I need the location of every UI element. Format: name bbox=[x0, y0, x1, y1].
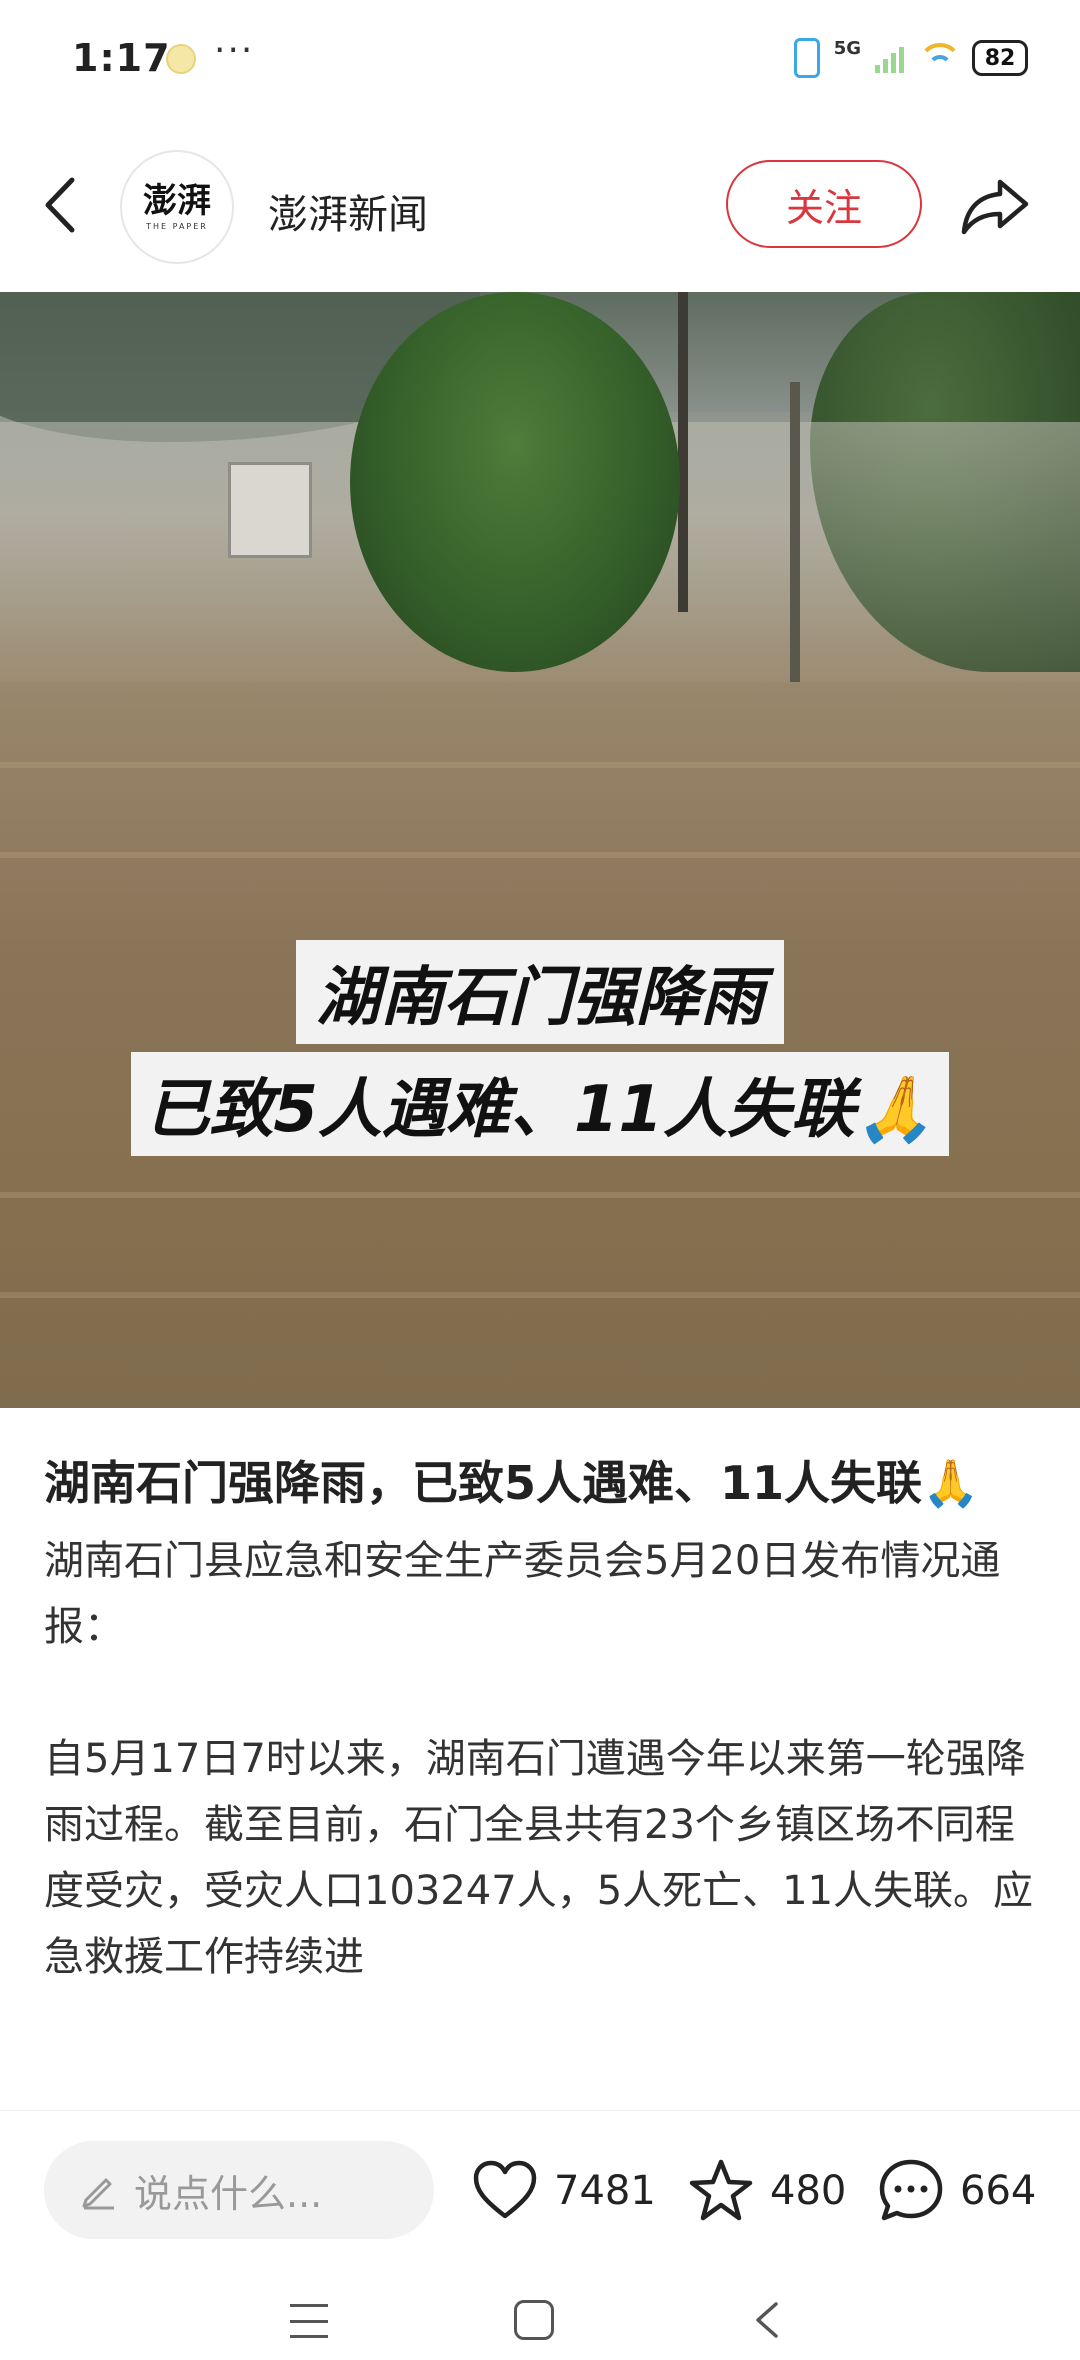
comment-count: 664 bbox=[960, 2168, 1037, 2214]
logo-subtext: THE PAPER bbox=[146, 221, 208, 231]
signal-icon bbox=[875, 43, 904, 73]
heart-icon bbox=[473, 2160, 537, 2219]
favorite-button[interactable]: 480 bbox=[686, 2151, 846, 2231]
home-button[interactable] bbox=[514, 2300, 554, 2340]
article-paragraph: 自5月17日7时以来，湖南石门遭遇今年以来第一轮强降雨过程。截至目前，石门全县共… bbox=[44, 1736, 1034, 1980]
hero-caption: 湖南石门强降雨 已致5人遇难、11人失联🙏 bbox=[0, 940, 1080, 1156]
article-paragraph: 湖南石门县应急和安全生产委员会5月20日发布情况通报： bbox=[44, 1538, 1001, 1650]
comment-bubble-icon bbox=[879, 2159, 943, 2221]
system-back-button[interactable] bbox=[748, 2298, 788, 2342]
notification-app-icon bbox=[166, 44, 196, 74]
like-count: 7481 bbox=[554, 2168, 656, 2214]
hero-caption-line1: 湖南石门强降雨 bbox=[296, 940, 784, 1044]
hero-pole bbox=[790, 382, 800, 682]
comment-placeholder: 说点什么... bbox=[134, 2171, 323, 2216]
network-type: 5G bbox=[833, 37, 861, 59]
comment-input[interactable]: 说点什么... bbox=[44, 2141, 434, 2239]
recent-apps-button[interactable] bbox=[290, 2304, 328, 2338]
bottom-action-bar: 说点什么... 7481 480 664 bbox=[0, 2110, 1080, 2261]
comments-button[interactable]: 664 bbox=[876, 2151, 1036, 2231]
channel-avatar[interactable]: 澎湃 THE PAPER bbox=[120, 150, 234, 264]
status-icons: 5G 82 bbox=[793, 34, 1028, 82]
favorite-count: 480 bbox=[770, 2168, 847, 2214]
article-viewport: 湖南石门强降雨，已致5人遇难、11人失联🙏 湖南石门县应急和安全生产委员会5月2… bbox=[0, 1450, 1080, 2110]
article-title: 湖南石门强降雨，已致5人遇难、11人失联🙏 bbox=[44, 1456, 980, 1510]
article-content: 湖南石门强降雨，已致5人遇难、11人失联🙏 湖南石门县应急和安全生产委员会5月2… bbox=[44, 1450, 1036, 1990]
system-nav-bar bbox=[0, 2260, 1080, 2360]
follow-button[interactable]: 关注 bbox=[726, 160, 922, 248]
hero-tree bbox=[350, 292, 680, 732]
logo-text: 澎湃 bbox=[143, 180, 211, 221]
back-button[interactable] bbox=[36, 170, 86, 240]
article-header: 澎湃 THE PAPER 澎湃新闻 关注 bbox=[0, 140, 1080, 270]
wifi-icon bbox=[918, 43, 962, 73]
channel-name[interactable]: 澎湃新闻 bbox=[268, 182, 428, 240]
battery-icon: 82 bbox=[972, 40, 1028, 76]
like-button[interactable]: 7481 bbox=[470, 2151, 656, 2231]
more-notifications-icon: ··· bbox=[214, 30, 255, 71]
vibrate-icon bbox=[793, 38, 820, 78]
status-time: 1:17 bbox=[72, 36, 171, 80]
hero-booth bbox=[228, 462, 312, 558]
share-icon bbox=[961, 179, 1029, 235]
pen-icon bbox=[82, 2178, 114, 2210]
star-icon bbox=[689, 2159, 753, 2221]
share-button[interactable] bbox=[958, 170, 1034, 240]
status-bar: 1:17 ··· 5G 82 bbox=[0, 0, 1080, 120]
hero-caption-line2: 已致5人遇难、11人失联🙏 bbox=[131, 1052, 949, 1156]
back-icon bbox=[45, 177, 75, 233]
hero-image[interactable]: 湖南石门强降雨 已致5人遇难、11人失联🙏 bbox=[0, 292, 1080, 1408]
